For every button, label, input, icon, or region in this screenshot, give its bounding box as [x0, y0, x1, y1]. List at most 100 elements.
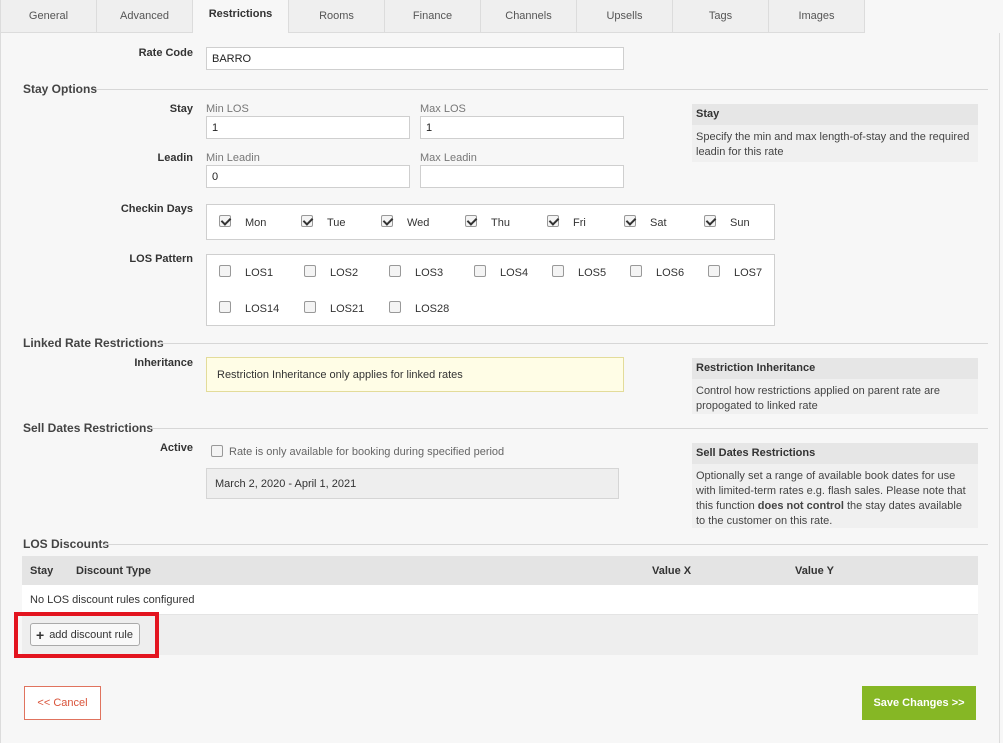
cancel-button[interactable]: << Cancel	[24, 686, 101, 720]
tab-finance[interactable]: Finance	[384, 0, 481, 33]
rate-code-input[interactable]	[206, 47, 624, 70]
tab-rooms[interactable]: Rooms	[288, 0, 385, 33]
checkbox-label-los14: LOS14	[245, 303, 280, 315]
checkbox-label-mon: Mon	[245, 217, 267, 229]
checkbox-sat[interactable]	[624, 215, 636, 227]
min-los-label: Min LOS	[206, 103, 249, 115]
tab-bar: General Advanced Restrictions Rooms Fina…	[0, 0, 1003, 33]
sell-dates-checkbox-label: Rate is only available for booking durin…	[229, 446, 505, 458]
help-title: Stay	[692, 104, 978, 125]
checkbox-label-los5: LOS5	[578, 267, 607, 279]
column-value-x: Value X	[652, 565, 692, 577]
rate-code-label: Rate Code	[138, 47, 193, 59]
checkbox-thu[interactable]	[465, 215, 477, 227]
min-los-input[interactable]	[206, 116, 410, 139]
stay-label: Stay	[169, 103, 193, 115]
checkbox-label-sun: Sun	[730, 217, 750, 229]
sell-dates-title: Sell Dates Restrictions	[23, 421, 154, 435]
max-leadin-input[interactable]	[420, 165, 624, 188]
checkbox-los6[interactable]	[630, 265, 642, 277]
checkbox-label-los6: LOS6	[656, 267, 685, 279]
checkin-days-label: Checkin Days	[120, 203, 193, 215]
checkbox-los5[interactable]	[552, 265, 564, 277]
tab-advanced[interactable]: Advanced	[96, 0, 193, 33]
tab-label: Channels	[505, 10, 552, 22]
checkbox-label-tue: Tue	[327, 217, 346, 229]
tab-tags[interactable]: Tags	[672, 0, 769, 33]
los-discounts-title: LOS Discounts	[23, 537, 110, 551]
column-value-y: Value Y	[795, 565, 834, 577]
help-title: Restriction Inheritance	[692, 358, 978, 379]
section-divider	[150, 428, 988, 429]
active-label: Active	[159, 442, 193, 454]
date-range-picker[interactable]: March 2, 2020 - April 1, 2021	[206, 468, 619, 499]
checkbox-label-los28: LOS28	[415, 303, 450, 315]
help-title: Sell Dates Restrictions	[692, 443, 978, 464]
tab-images[interactable]: Images	[768, 0, 865, 33]
stay-help-box: Stay Specify the min and max length-of-s…	[692, 104, 978, 162]
table-row-empty: No LOS discount rules configured	[22, 585, 978, 615]
section-divider	[158, 343, 988, 344]
min-leadin-input[interactable]	[206, 165, 410, 188]
max-los-label: Max LOS	[420, 103, 466, 115]
tab-general[interactable]: General	[0, 0, 97, 33]
sell-dates-checkbox[interactable]	[211, 445, 223, 457]
checkbox-los3[interactable]	[389, 265, 401, 277]
checkbox-los1[interactable]	[219, 265, 231, 277]
checkbox-label-los21: LOS21	[330, 303, 365, 315]
inheritance-help-box: Restriction Inheritance Control how rest…	[692, 358, 978, 414]
section-divider	[104, 544, 988, 545]
stay-options-title: Stay Options	[23, 82, 98, 96]
tab-label: Rooms	[319, 10, 354, 22]
min-leadin-label: Min Leadin	[206, 152, 260, 164]
checkbox-los7[interactable]	[708, 265, 720, 277]
max-los-input[interactable]	[420, 116, 624, 139]
checkbox-label-los4: LOS4	[500, 267, 529, 279]
help-text-bold: does not control	[757, 500, 844, 512]
column-stay: Stay	[30, 565, 54, 577]
checkbox-sun[interactable]	[704, 215, 716, 227]
checkbox-los14[interactable]	[219, 301, 231, 313]
checkbox-los4[interactable]	[474, 265, 486, 277]
help-text: Control how restrictions applied on pare…	[696, 385, 940, 412]
checkbox-mon[interactable]	[219, 215, 231, 227]
checkbox-tue[interactable]	[301, 215, 313, 227]
sell-dates-help-box: Sell Dates Restrictions Optionally set a…	[692, 443, 978, 528]
checkbox-label-wed: Wed	[407, 217, 430, 229]
max-leadin-label: Max Leadin	[420, 152, 477, 164]
highlight-box	[14, 612, 159, 658]
help-text: Optionally set a range of available book…	[692, 464, 978, 534]
tab-label: Advanced	[120, 10, 169, 22]
column-discount-type: Discount Type	[76, 565, 151, 577]
inheritance-label: Inheritance	[134, 357, 193, 369]
tab-label: Restrictions	[208, 8, 273, 20]
save-changes-button[interactable]: Save Changes >>	[862, 686, 976, 720]
discount-table-header: Stay Discount Type Value X Value Y	[22, 556, 978, 585]
section-divider	[96, 89, 988, 90]
checkbox-fri[interactable]	[547, 215, 559, 227]
checkbox-label-thu: Thu	[491, 217, 510, 229]
linked-rate-title: Linked Rate Restrictions	[23, 336, 164, 350]
tab-channels[interactable]: Channels	[480, 0, 577, 33]
tab-label: Images	[798, 10, 835, 22]
checkbox-label-sat: Sat	[650, 217, 667, 229]
checkbox-los21[interactable]	[304, 301, 316, 313]
los-pattern-panel	[206, 254, 775, 326]
checkbox-label-los1: LOS1	[245, 267, 274, 279]
discount-table-footer	[22, 615, 978, 655]
leadin-label: Leadin	[157, 152, 193, 164]
los-pattern-label: LOS Pattern	[129, 253, 193, 265]
checkbox-los2[interactable]	[304, 265, 316, 277]
checkbox-label-los2: LOS2	[330, 267, 359, 279]
tab-label: Finance	[412, 10, 453, 22]
checkbox-label-fri: Fri	[573, 217, 586, 229]
tab-restrictions[interactable]: Restrictions	[192, 0, 289, 33]
checkbox-wed[interactable]	[381, 215, 393, 227]
checkbox-label-los7: LOS7	[734, 267, 763, 279]
checkbox-los28[interactable]	[389, 301, 401, 313]
tab-upsells[interactable]: Upsells	[576, 0, 673, 33]
tab-label: General	[28, 10, 69, 22]
tab-label: Upsells	[606, 10, 643, 22]
checkbox-label-los3: LOS3	[415, 267, 444, 279]
help-text: Specify the min and max length-of-stay a…	[696, 131, 970, 158]
